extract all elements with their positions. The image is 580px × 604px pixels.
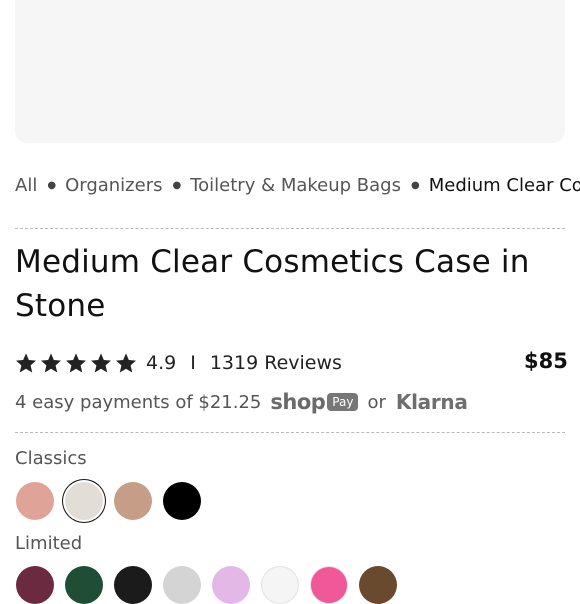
breadcrumb-item-organizers[interactable]: Organizers (65, 175, 162, 196)
shop-pay-badge: Pay (327, 393, 359, 411)
divider (15, 228, 565, 229)
classics-label: Classics (15, 448, 87, 469)
classics-color-swatch[interactable] (114, 482, 152, 520)
limited-label: Limited (15, 533, 83, 554)
limited-color-swatch[interactable] (114, 566, 152, 604)
rating-stars (15, 352, 140, 374)
product-title: Medium Clear Cosmetics Case in Stone (15, 244, 530, 324)
product-image-area[interactable] (15, 0, 565, 143)
rating-separator: I (190, 352, 196, 374)
shop-pay-logo[interactable]: shop Pay (270, 390, 359, 414)
breadcrumb: All ● Organizers ● Toiletry & Makeup Bags ● Me… (15, 174, 580, 200)
installments-row: 4 easy payments of $21.25 shop Pay or Kl… (15, 388, 468, 416)
divider (15, 432, 565, 433)
classics-color-swatch[interactable] (163, 482, 201, 520)
star-icon (66, 353, 86, 373)
installment-text: 4 easy payments of $21.25 (15, 391, 262, 413)
limited-color-swatch[interactable] (212, 566, 250, 604)
rating-row[interactable]: 4.9 I 1319 Reviews (15, 349, 342, 377)
limited-color-swatch[interactable] (310, 566, 348, 604)
classics-swatches (16, 482, 212, 520)
limited-color-swatch[interactable] (261, 566, 299, 604)
klarna-logo[interactable]: Klarna (396, 390, 468, 414)
limited-color-swatch[interactable] (16, 566, 54, 604)
limited-color-swatch[interactable] (359, 566, 397, 604)
breadcrumb-separator-dot: ● (172, 179, 182, 191)
breadcrumb-item-all[interactable]: All (15, 175, 37, 196)
shop-pay-word: shop (270, 390, 326, 414)
star-icon (116, 353, 136, 373)
product-price: $85 (524, 349, 568, 373)
breadcrumb-item-toiletry[interactable]: Toiletry & Makeup Bags (190, 175, 401, 196)
breadcrumb-item-current: Medium Clear Cosmetics Case in Stone (428, 174, 580, 196)
breadcrumb-separator-dot: ● (47, 179, 57, 191)
limited-color-swatch[interactable] (163, 566, 201, 604)
reviews-link[interactable]: 1319 Reviews (210, 352, 342, 374)
classics-color-swatch[interactable] (16, 482, 54, 520)
star-icon (16, 353, 36, 373)
star-icon (91, 353, 111, 373)
star-icon (41, 353, 61, 373)
limited-color-swatch[interactable] (65, 566, 103, 604)
classics-color-swatch[interactable] (65, 482, 103, 520)
rating-value: 4.9 (146, 352, 177, 374)
breadcrumb-separator-dot: ● (411, 179, 420, 191)
limited-swatches (16, 566, 408, 604)
or-text: or (367, 391, 386, 413)
